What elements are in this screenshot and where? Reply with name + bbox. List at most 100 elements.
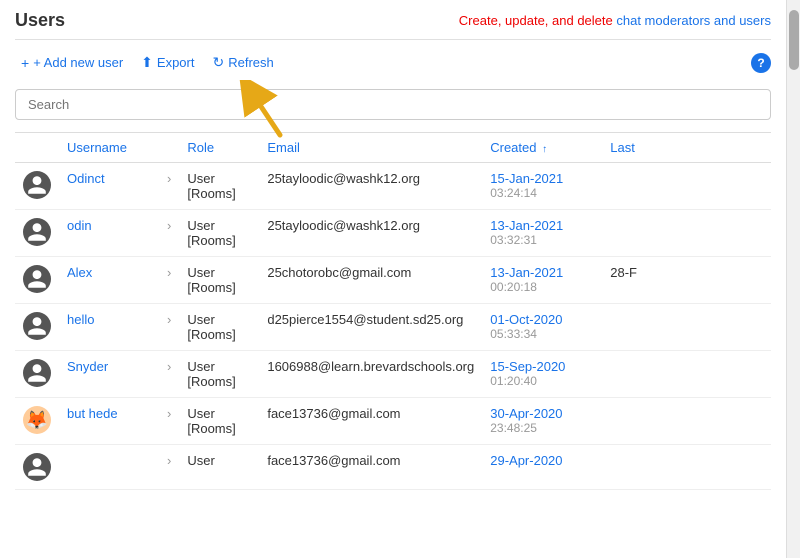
col-created[interactable]: Created ↑ <box>482 133 602 163</box>
avatar-cell <box>15 445 59 490</box>
table-row: odin›User [Rooms]25tayloodic@washk12.org… <box>15 210 771 257</box>
page-header: Users Create, update, and delete chat mo… <box>15 10 771 40</box>
col-last[interactable]: Last <box>602 133 771 163</box>
created-cell: 01-Oct-2020 05:33:34 <box>482 304 602 351</box>
avatar <box>23 453 51 481</box>
scrollbar[interactable] <box>786 0 800 558</box>
chevron-cell: › <box>159 163 179 210</box>
username-cell[interactable] <box>59 445 159 490</box>
created-date: 15-Jan-2021 <box>490 171 594 186</box>
add-user-button[interactable]: + + Add new user <box>15 51 129 75</box>
role-cell: User [Rooms] <box>179 163 259 210</box>
help-button[interactable]: ? <box>751 53 771 73</box>
username-cell[interactable]: odin <box>59 210 159 257</box>
role-cell: User [Rooms] <box>179 304 259 351</box>
last-cell: 28-F <box>602 257 771 304</box>
email-cell: face13736@gmail.com <box>259 398 482 445</box>
plus-icon: + <box>21 55 29 71</box>
avatar-cell <box>15 351 59 398</box>
refresh-button[interactable]: ↻ Refresh <box>206 50 279 75</box>
table-row: Snyder›User [Rooms]1606988@learn.brevard… <box>15 351 771 398</box>
created-date: 01-Oct-2020 <box>490 312 594 327</box>
scrollbar-thumb[interactable] <box>789 10 799 70</box>
last-cell <box>602 304 771 351</box>
chevron-cell: › <box>159 351 179 398</box>
role-cell: User <box>179 445 259 490</box>
created-cell: 30-Apr-2020 23:48:25 <box>482 398 602 445</box>
created-cell: 13-Jan-2021 03:32:31 <box>482 210 602 257</box>
chevron-cell: › <box>159 398 179 445</box>
table-row: Odinct›User [Rooms]25tayloodic@washk12.o… <box>15 163 771 210</box>
avatar <box>23 265 51 293</box>
created-time: 23:48:25 <box>490 421 594 435</box>
table-row: Alex›User [Rooms]25chotorobc@gmail.com13… <box>15 257 771 304</box>
created-date: 13-Jan-2021 <box>490 265 594 280</box>
col-chevron <box>159 133 179 163</box>
username-cell[interactable]: hello <box>59 304 159 351</box>
toolbar: + + Add new user ⬆ Export ↻ Refresh <box>15 50 771 75</box>
role-cell: User [Rooms] <box>179 351 259 398</box>
created-date: 30-Apr-2020 <box>490 406 594 421</box>
username-cell[interactable]: Alex <box>59 257 159 304</box>
last-cell <box>602 398 771 445</box>
avatar <box>23 312 51 340</box>
sort-arrow-created: ↑ <box>542 144 547 155</box>
last-cell <box>602 445 771 490</box>
avatar-cell <box>15 163 59 210</box>
created-date: 29-Apr-2020 <box>490 453 594 468</box>
created-time: 05:33:34 <box>490 327 594 341</box>
chevron-cell: › <box>159 445 179 490</box>
table-row: ›Userface13736@gmail.com 29-Apr-2020 <box>15 445 771 490</box>
page-title: Users <box>15 10 65 31</box>
created-date: 13-Jan-2021 <box>490 218 594 233</box>
avatar-cell <box>15 210 59 257</box>
chevron-cell: › <box>159 257 179 304</box>
email-cell: d25pierce1554@student.sd25.org <box>259 304 482 351</box>
username-cell[interactable]: Odinct <box>59 163 159 210</box>
search-input[interactable] <box>15 89 771 120</box>
refresh-icon: ↻ <box>212 54 224 71</box>
role-cell: User [Rooms] <box>179 398 259 445</box>
col-email[interactable]: Email <box>259 133 482 163</box>
email-cell: 1606988@learn.brevardschools.org <box>259 351 482 398</box>
last-cell <box>602 210 771 257</box>
export-button[interactable]: ⬆ Export <box>135 50 200 75</box>
email-cell: 25tayloodic@washk12.org <box>259 163 482 210</box>
avatar: 🦊 <box>23 406 51 434</box>
users-table: Username Role Email Created ↑ Last <box>15 132 771 490</box>
table-header-row: Username Role Email Created ↑ Last <box>15 133 771 163</box>
chevron-cell: › <box>159 304 179 351</box>
username-cell[interactable]: but hede <box>59 398 159 445</box>
last-cell <box>602 351 771 398</box>
email-cell: 25tayloodic@washk12.org <box>259 210 482 257</box>
search-container <box>15 89 771 120</box>
export-icon: ⬆ <box>141 54 153 71</box>
avatar <box>23 359 51 387</box>
description-link[interactable]: chat moderators and users <box>616 13 771 28</box>
email-cell: face13736@gmail.com <box>259 445 482 490</box>
avatar-cell: 🦊 <box>15 398 59 445</box>
created-cell: 29-Apr-2020 <box>482 445 602 490</box>
chevron-cell: › <box>159 210 179 257</box>
created-cell: 15-Sep-2020 01:20:40 <box>482 351 602 398</box>
created-time: 03:24:14 <box>490 186 594 200</box>
col-username[interactable]: Username <box>59 133 159 163</box>
avatar <box>23 171 51 199</box>
col-role[interactable]: Role <box>179 133 259 163</box>
created-cell: 13-Jan-2021 00:20:18 <box>482 257 602 304</box>
created-time: 01:20:40 <box>490 374 594 388</box>
role-cell: User [Rooms] <box>179 257 259 304</box>
email-cell: 25chotorobc@gmail.com <box>259 257 482 304</box>
created-date: 15-Sep-2020 <box>490 359 594 374</box>
avatar <box>23 218 51 246</box>
avatar-cell <box>15 304 59 351</box>
col-avatar <box>15 133 59 163</box>
avatar-cell <box>15 257 59 304</box>
last-cell <box>602 163 771 210</box>
created-time: 03:32:31 <box>490 233 594 247</box>
role-cell: User [Rooms] <box>179 210 259 257</box>
table-row: hello›User [Rooms]d25pierce1554@student.… <box>15 304 771 351</box>
created-time: 00:20:18 <box>490 280 594 294</box>
username-cell[interactable]: Snyder <box>59 351 159 398</box>
table-row: 🦊 but hede›User [Rooms]face13736@gmail.co… <box>15 398 771 445</box>
